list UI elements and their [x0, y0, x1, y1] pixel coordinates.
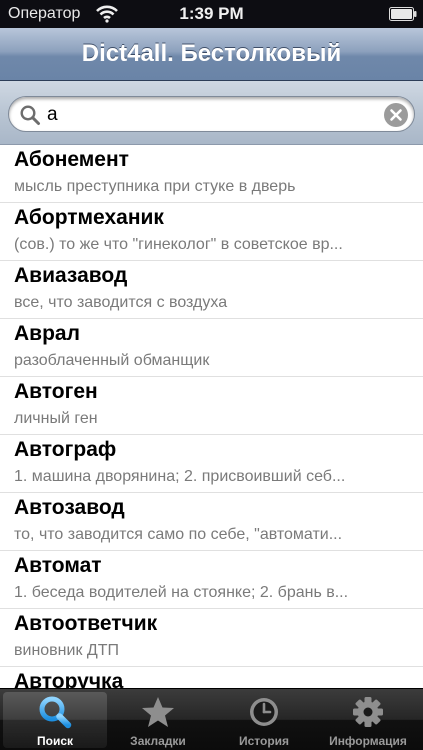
battery-icon — [389, 7, 417, 21]
entry-word: Автомат — [14, 554, 102, 577]
entry-definition: мысль преступника при стуке в дверь — [14, 178, 296, 195]
entry-word: Авторучка — [14, 670, 124, 688]
gear-icon — [353, 697, 383, 727]
list-item[interactable]: Автоген личный ген — [0, 377, 423, 435]
search-input[interactable] — [47, 104, 367, 126]
entry-definition: (сов.) то же что "гинеколог" в советское… — [14, 236, 343, 253]
tab-search[interactable]: Поиск — [3, 692, 107, 748]
entry-word: Автозавод — [14, 496, 125, 519]
tab-label: Поиск — [36, 734, 73, 748]
list-item[interactable]: Автограф 1. машина дворянина; 2. присвои… — [0, 435, 423, 493]
entry-definition: 1. машина дворянина; 2. присвоивший себ.… — [14, 468, 346, 485]
navigation-bar: Dict4all. Бестолковый — [0, 28, 423, 81]
search-icon — [20, 105, 40, 125]
tab-info[interactable]: Информация — [316, 689, 420, 750]
tab-label: Информация — [329, 734, 407, 748]
clock-icon — [250, 698, 278, 726]
entry-definition: 1. беседа водителей на стоянке; 2. брань… — [14, 584, 349, 601]
tab-bar: Поиск Закладки История Информация — [0, 688, 423, 750]
entry-definition: личный ген — [14, 410, 98, 427]
entry-word: Автограф — [14, 438, 117, 461]
tab-label: История — [238, 734, 290, 748]
list-item[interactable]: Автомат 1. беседа водителей на стоянке; … — [0, 551, 423, 609]
list-item[interactable]: Автоответчик виновник ДТП — [0, 609, 423, 667]
page-title: Dict4all. Бестолковый — [81, 40, 342, 67]
entry-word: Абонемент — [14, 148, 129, 171]
entry-definition: виновник ДТП — [14, 642, 119, 659]
clear-search-icon[interactable] — [383, 102, 409, 128]
entry-word: Автоответчик — [14, 612, 158, 635]
entry-word: Абортмеханик — [14, 206, 164, 229]
status-bar: Оператор 1:39 PM — [0, 0, 423, 28]
status-time: 1:39 PM — [179, 4, 244, 23]
search-field[interactable] — [8, 96, 415, 132]
tab-bookmarks[interactable]: Закладки — [106, 689, 210, 750]
tab-history[interactable]: История — [212, 689, 316, 750]
list-item[interactable]: Абонемент мысль преступника при стуке в … — [0, 145, 423, 203]
list-item[interactable]: Авиазавод все, что заводится с воздуха — [0, 261, 423, 319]
magnifier-icon — [39, 696, 72, 729]
entry-definition: то, что заводится само по себе, "автомат… — [14, 526, 343, 543]
results-list: Абонемент мысль преступника при стуке в … — [0, 145, 423, 688]
list-item[interactable]: Авторучка — [0, 667, 423, 688]
tab-label: Закладки — [130, 734, 186, 748]
search-bar — [0, 81, 423, 145]
list-item[interactable]: Автозавод то, что заводится само по себе… — [0, 493, 423, 551]
list-item[interactable]: Абортмеханик (сов.) то же что "гинеколог… — [0, 203, 423, 261]
entry-definition: все, что заводится с воздуха — [14, 294, 228, 311]
entry-word: Аврал — [14, 322, 80, 345]
entry-definition: разоблаченный обманщик — [14, 352, 210, 369]
list-item[interactable]: Аврал разоблаченный обманщик — [0, 319, 423, 377]
star-icon — [142, 697, 174, 727]
entry-word: Автоген — [14, 380, 98, 403]
entry-word: Авиазавод — [14, 264, 128, 287]
